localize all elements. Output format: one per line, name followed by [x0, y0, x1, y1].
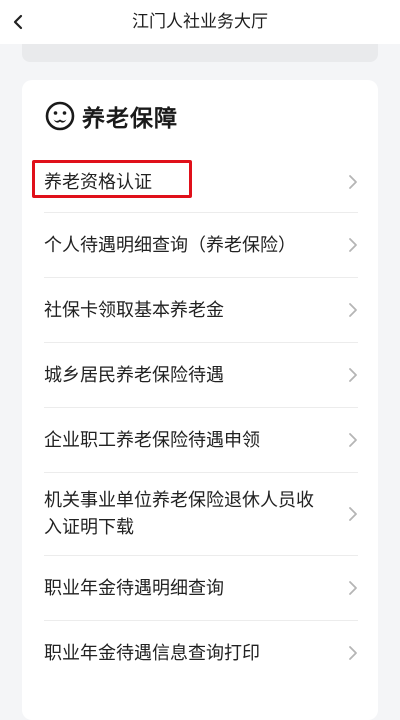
chevron-right-icon	[349, 646, 357, 660]
banner-strip	[22, 44, 378, 62]
chevron-right-icon	[349, 303, 357, 317]
highlight-box	[32, 160, 192, 198]
chevron-right-icon	[349, 175, 357, 189]
pension-card: 养老保障 养老资格认证 个人待遇明细查询（养老保险） 社保卡领取基本养老金 城乡…	[22, 80, 378, 720]
top-nav-bar: 江门人社业务大厅	[0, 0, 400, 44]
list-item-label: 职业年金待遇信息查询打印	[44, 642, 260, 664]
chevron-right-icon	[349, 507, 357, 521]
list-item-label: 社保卡领取基本养老金	[44, 299, 224, 321]
section-header: 养老保障	[44, 98, 178, 134]
chevron-right-icon	[349, 238, 357, 252]
chevron-right-icon	[349, 433, 357, 447]
face-mustache-icon	[45, 101, 75, 131]
list-item-annuity-details[interactable]: 职业年金待遇明细查询	[44, 556, 358, 621]
list-item-income-certificate[interactable]: 机关事业单位养老保险退休人员收入证明下载	[44, 473, 358, 556]
list-item-label: 企业职工养老保险待遇申领	[44, 429, 260, 451]
list-item-label: 个人待遇明细查询（养老保险）	[44, 234, 296, 256]
list-item-benefit-details[interactable]: 个人待遇明细查询（养老保险）	[44, 213, 358, 278]
section-title: 养老保障	[82, 106, 178, 132]
list-item-card-pension[interactable]: 社保卡领取基本养老金	[44, 278, 358, 343]
list-item-label: 机关事业单位养老保险退休人员收入证明下载	[44, 490, 314, 538]
list-item-annuity-print[interactable]: 职业年金待遇信息查询打印	[44, 621, 358, 685]
list-item-employee-pension-claim[interactable]: 企业职工养老保险待遇申领	[44, 408, 358, 473]
list-item-resident-pension[interactable]: 城乡居民养老保险待遇	[44, 343, 358, 408]
chevron-right-icon	[349, 368, 357, 382]
list-item-label: 职业年金待遇明细查询	[44, 577, 224, 599]
chevron-right-icon	[349, 581, 357, 595]
page-title: 江门人社业务大厅	[132, 12, 268, 32]
list-item-label: 城乡居民养老保险待遇	[44, 364, 224, 386]
